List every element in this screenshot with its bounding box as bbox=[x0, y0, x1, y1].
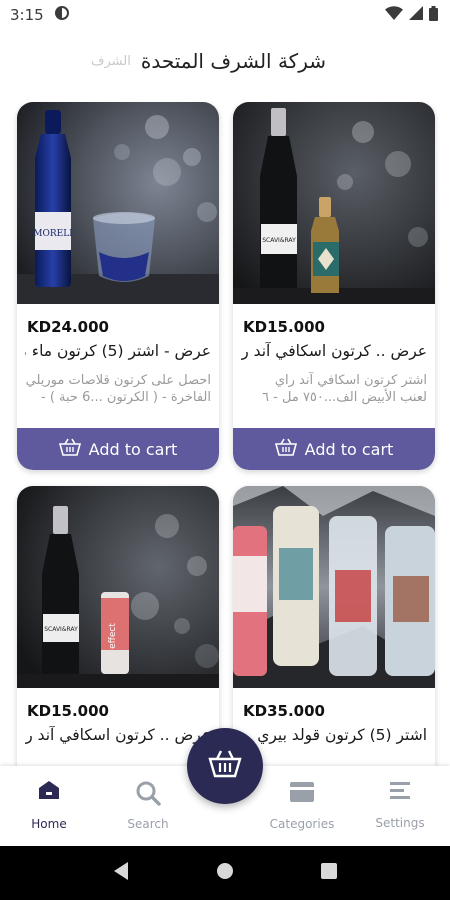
battery-icon bbox=[429, 5, 438, 25]
status-time: 3:15 bbox=[10, 6, 44, 24]
product-price: KD15.000 bbox=[243, 318, 325, 336]
brand-logo: الشرف bbox=[91, 53, 131, 69]
basket-icon bbox=[208, 750, 242, 782]
system-navigation-bar bbox=[0, 846, 450, 900]
product-price: KD24.000 bbox=[27, 318, 109, 336]
nav-search-label: Search bbox=[127, 817, 169, 831]
basket-icon bbox=[58, 438, 81, 460]
categories-icon bbox=[289, 780, 315, 807]
basket-icon bbox=[274, 438, 297, 460]
add-to-cart-button[interactable]: Add to cart bbox=[233, 428, 435, 470]
search-icon bbox=[135, 780, 161, 809]
product-image[interactable]: MORELI bbox=[17, 102, 219, 304]
svg-text:effect: effect bbox=[108, 623, 118, 649]
home-icon bbox=[38, 780, 60, 803]
product-price: KD15.000 bbox=[27, 702, 109, 720]
nav-settings-label: Settings bbox=[375, 816, 425, 830]
nav-categories[interactable]: Categories bbox=[262, 780, 342, 831]
back-icon[interactable] bbox=[112, 861, 130, 885]
cart-fab-button[interactable] bbox=[187, 728, 263, 804]
add-to-cart-button[interactable]: Add to cart bbox=[17, 428, 219, 470]
product-grid[interactable]: MORELI KD24.000 عرض - اشتر (5) كرتون ماء… bbox=[0, 102, 450, 766]
nav-search[interactable]: Search bbox=[108, 780, 188, 831]
product-card[interactable]: SCAVI&RAY KD15.000 عرض .. كرتون اسكافي آ… bbox=[233, 102, 435, 470]
menu-icon bbox=[389, 780, 411, 803]
signal-icon bbox=[409, 6, 423, 24]
wifi-icon bbox=[385, 6, 403, 24]
product-name[interactable]: اشتر (5) كرتون قولد بيري bbox=[241, 726, 427, 744]
product-card[interactable]: SCAVI&RAY effect KD15.000 عرض .. كرتون ا… bbox=[17, 486, 219, 766]
product-description: احصل على كرتون قلاصات موريلي الفاخرة - (… bbox=[25, 373, 211, 405]
recents-icon[interactable] bbox=[320, 862, 338, 884]
product-card[interactable]: MORELI KD24.000 عرض - اشتر (5) كرتون ماء… bbox=[17, 102, 219, 470]
svg-text:MORELI: MORELI bbox=[33, 229, 73, 239]
status-bar: 3:15 bbox=[0, 0, 450, 30]
product-name[interactable]: عرض .. كرتون اسكافي آند راي bbox=[241, 342, 427, 360]
app-notification-icon bbox=[54, 5, 70, 25]
product-image[interactable] bbox=[233, 486, 435, 688]
svg-text:SCAVI&RAY: SCAVI&RAY bbox=[44, 626, 78, 633]
page-title: شركة الشرف المتحدة bbox=[140, 49, 326, 73]
product-description: اشتر كرتون اسكافي آند راي لعنب الأبيض ال… bbox=[262, 373, 427, 405]
nav-home[interactable]: Home bbox=[9, 780, 89, 831]
product-price: KD35.000 bbox=[243, 702, 325, 720]
nav-home-label: Home bbox=[31, 817, 67, 831]
product-image[interactable]: SCAVI&RAY bbox=[233, 102, 435, 304]
product-name[interactable]: عرض - اشتر (5) كرتون ماء مورلي bbox=[25, 342, 211, 360]
app-header: الشرف شركة الشرف المتحدة bbox=[0, 30, 450, 92]
nav-categories-label: Categories bbox=[269, 817, 335, 831]
nav-settings[interactable]: Settings bbox=[360, 780, 440, 830]
add-to-cart-label: Add to cart bbox=[88, 439, 178, 459]
product-card[interactable]: KD35.000 اشتر (5) كرتون قولد بيري bbox=[233, 486, 435, 766]
add-to-cart-label: Add to cart bbox=[304, 439, 394, 459]
svg-text:SCAVI&RAY: SCAVI&RAY bbox=[262, 237, 296, 244]
product-image[interactable]: SCAVI&RAY effect bbox=[17, 486, 219, 688]
home-circle-icon[interactable] bbox=[215, 861, 235, 885]
product-name[interactable]: عرض .. كرتون اسكافي آند راي bbox=[25, 726, 211, 744]
